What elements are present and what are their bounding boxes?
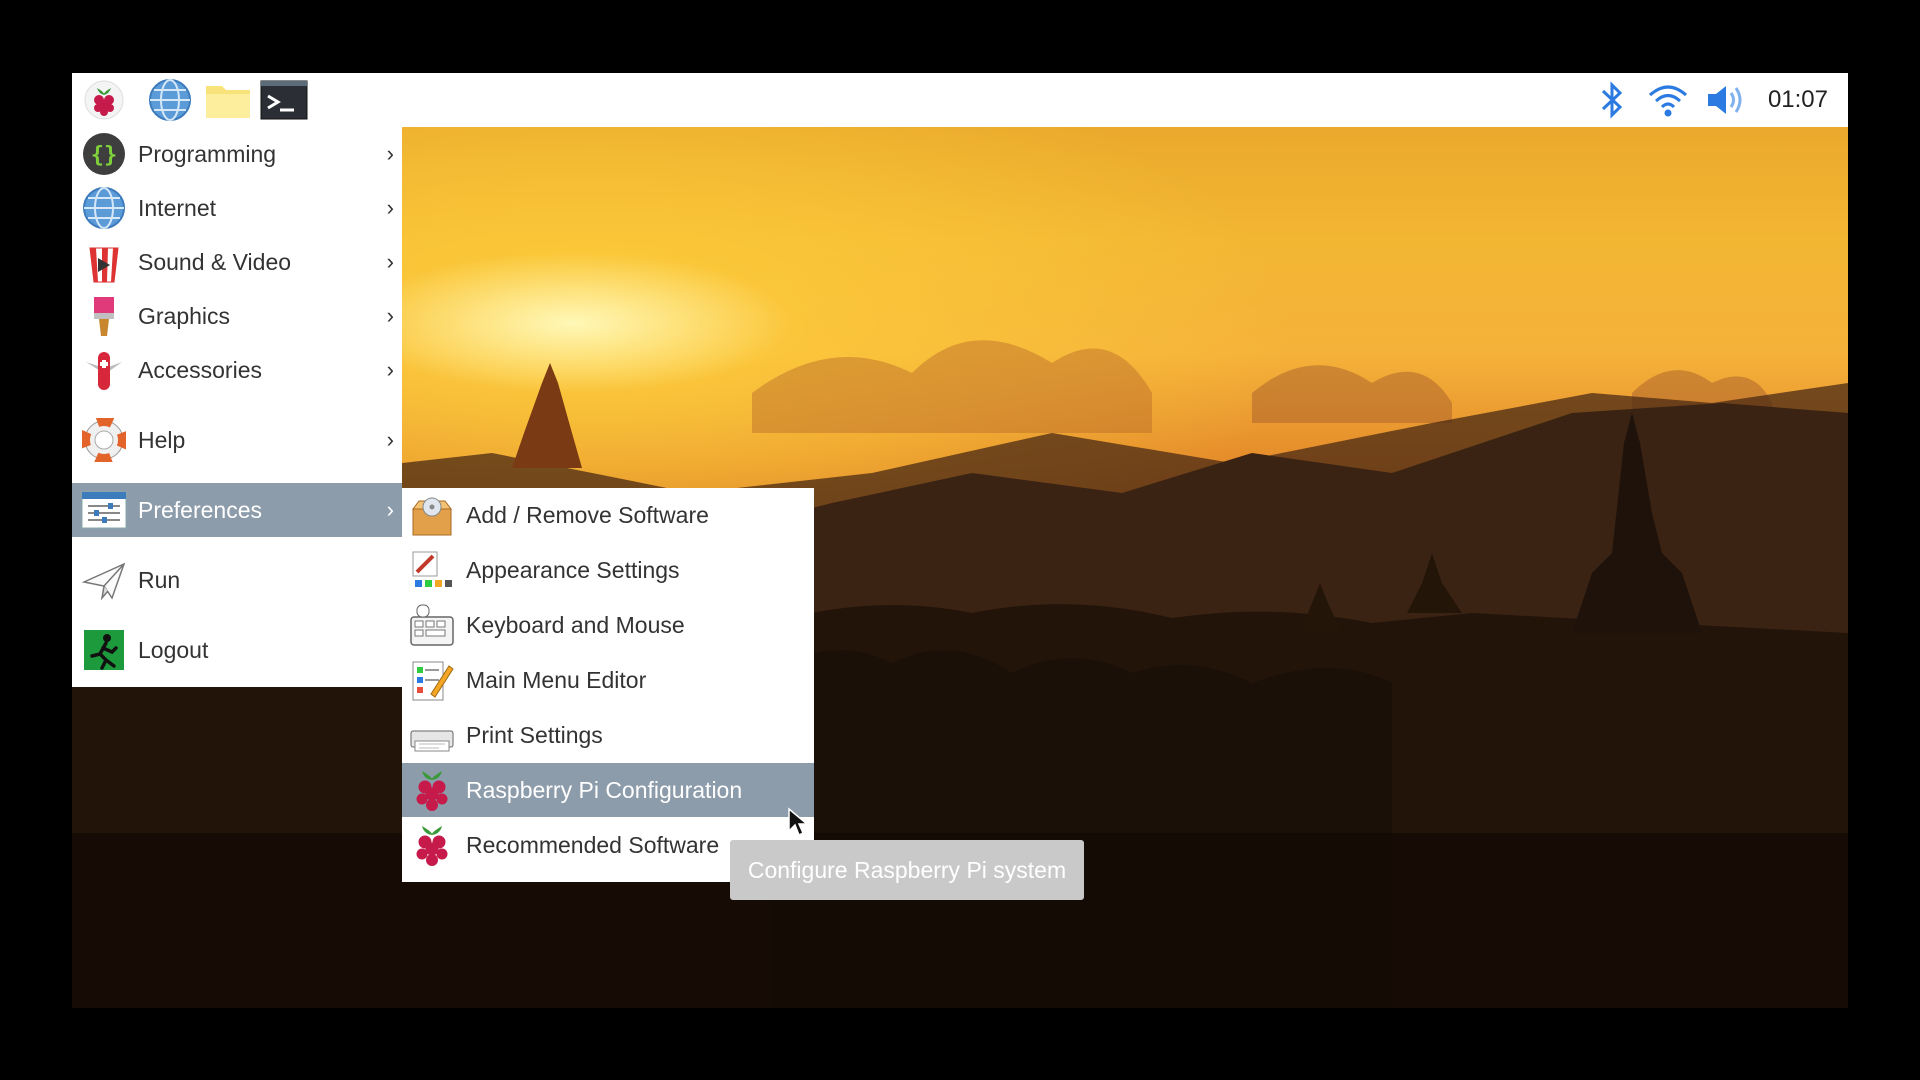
submenu-arrow-icon: › — [386, 357, 394, 382]
menu-item-label: Logout — [138, 636, 209, 663]
menu-item-label: Programming — [138, 140, 277, 167]
wifi-button[interactable] — [1644, 73, 1692, 127]
web-browser-button[interactable] — [146, 77, 194, 123]
bluetooth-icon — [1601, 81, 1623, 119]
popcorn-icon — [80, 238, 128, 286]
submenu-arrow-icon: › — [386, 195, 394, 220]
desktop-screen: 01:07 {} Programming › Internet › Sound … — [72, 73, 1848, 1008]
menu-item-sound-video[interactable]: Sound & Video › — [72, 235, 402, 289]
menu-item-label: Accessories — [138, 356, 262, 383]
mouse-cursor-icon — [788, 807, 810, 837]
submenu-item-appearance-settings[interactable]: Appearance Settings — [402, 543, 814, 597]
wifi-icon — [1649, 85, 1687, 117]
programming-icon: {} — [80, 130, 128, 178]
volume-button[interactable] — [1702, 73, 1750, 127]
raspberry-menu-icon — [84, 80, 124, 120]
submenu-arrow-icon: › — [386, 141, 394, 166]
keyboard-mouse-icon — [408, 601, 456, 649]
paper-plane-icon — [80, 556, 128, 604]
menu-item-internet[interactable]: Internet › — [72, 181, 402, 235]
terminal-icon — [260, 80, 308, 120]
menu-item-programming[interactable]: {} Programming › — [72, 127, 402, 181]
raspberry-icon — [408, 766, 456, 814]
menu-item-label: Graphics — [138, 302, 231, 329]
menu-item-label: Preferences — [138, 496, 263, 523]
terminal-button[interactable] — [260, 77, 308, 123]
bluetooth-button[interactable] — [1592, 73, 1632, 127]
file-manager-icon — [206, 86, 250, 118]
clock[interactable]: 01:07 — [1768, 73, 1828, 127]
menu-item-label: Internet — [138, 194, 216, 221]
raspberry-menu-button[interactable] — [80, 77, 128, 123]
menu-item-label: Sound & Video — [138, 248, 292, 275]
submenu-item-label: Recommended Software — [466, 831, 720, 858]
preferences-submenu: Add / Remove Software Appearance Setting… — [402, 488, 814, 882]
submenu-arrow-icon: › — [386, 249, 394, 274]
main-menu: {} Programming › Internet › Sound & Vide… — [72, 127, 402, 687]
software-box-icon — [408, 491, 456, 539]
submenu-item-label: Print Settings — [466, 721, 603, 748]
menu-item-label: Run — [138, 566, 181, 593]
taskbar: 01:07 — [72, 73, 1848, 127]
menu-item-accessories[interactable]: Accessories › — [72, 343, 402, 397]
menu-item-logout[interactable]: Logout — [72, 623, 402, 677]
volume-icon — [1708, 86, 1742, 114]
submenu-arrow-icon: › — [386, 303, 394, 328]
submenu-item-print-settings[interactable]: Print Settings — [402, 708, 814, 762]
submenu-item-label: Raspberry Pi Configuration — [466, 776, 743, 803]
menu-item-help[interactable]: Help › — [72, 413, 402, 467]
printer-icon — [408, 711, 456, 759]
svg-text:{}: {} — [91, 143, 118, 168]
submenu-item-main-menu-editor[interactable]: Main Menu Editor — [402, 653, 814, 707]
globe-icon — [80, 184, 128, 232]
submenu-arrow-icon: › — [386, 427, 394, 452]
tooltip: Configure Raspberry Pi system — [730, 840, 1084, 900]
menu-item-label: Help — [138, 426, 186, 453]
submenu-item-raspberry-pi-configuration[interactable]: Raspberry Pi Configuration — [402, 763, 814, 817]
file-manager-button[interactable] — [204, 77, 252, 123]
submenu-item-keyboard-and-mouse[interactable]: Keyboard and Mouse — [402, 598, 814, 652]
submenu-item-add-remove-software[interactable]: Add / Remove Software — [402, 488, 814, 542]
exit-icon — [80, 626, 128, 674]
submenu-item-label: Appearance Settings — [466, 556, 680, 583]
menu-editor-icon — [408, 656, 456, 704]
preferences-icon — [80, 486, 128, 534]
paintbrush-icon — [80, 292, 128, 340]
pocketknife-icon — [80, 346, 128, 394]
appearance-icon — [408, 546, 456, 594]
lifebuoy-icon — [80, 416, 128, 464]
web-browser-icon — [149, 79, 191, 121]
menu-item-graphics[interactable]: Graphics › — [72, 289, 402, 343]
menu-item-run[interactable]: Run — [72, 553, 402, 607]
raspberry-icon — [408, 821, 456, 869]
submenu-item-label: Keyboard and Mouse — [466, 611, 685, 638]
menu-item-preferences[interactable]: Preferences › — [72, 483, 402, 537]
submenu-item-label: Add / Remove Software — [466, 501, 709, 528]
submenu-arrow-icon: › — [386, 497, 394, 522]
submenu-item-label: Main Menu Editor — [466, 666, 647, 693]
